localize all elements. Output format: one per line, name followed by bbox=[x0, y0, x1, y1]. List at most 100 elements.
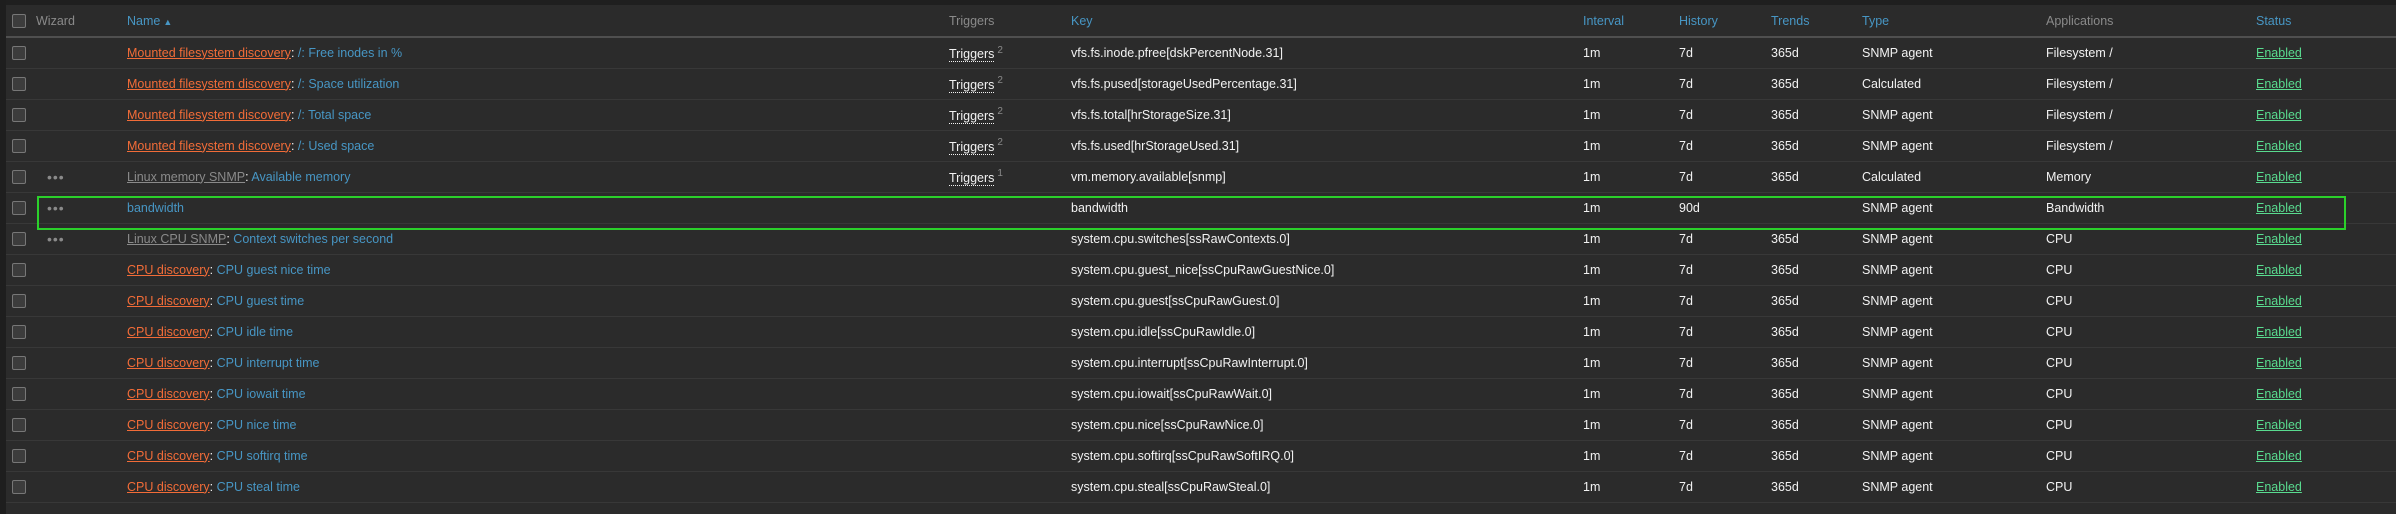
applications-cell: CPU bbox=[2046, 324, 2073, 339]
col-type[interactable]: Type bbox=[1862, 5, 2046, 38]
status-toggle[interactable]: Enabled bbox=[2256, 201, 2302, 215]
col-status[interactable]: Status bbox=[2256, 5, 2396, 38]
status-toggle[interactable]: Enabled bbox=[2256, 170, 2302, 184]
status-toggle[interactable]: Enabled bbox=[2256, 46, 2302, 60]
row-checkbox[interactable] bbox=[12, 46, 26, 61]
item-name-link[interactable]: /: Total space bbox=[298, 108, 371, 122]
trends-cell: 365d bbox=[1771, 76, 1799, 91]
select-all-checkbox[interactable] bbox=[12, 13, 26, 28]
status-toggle[interactable]: Enabled bbox=[2256, 480, 2302, 494]
history-cell: 7d bbox=[1679, 479, 1693, 494]
row-checkbox[interactable] bbox=[12, 324, 26, 339]
status-toggle[interactable]: Enabled bbox=[2256, 108, 2302, 122]
item-parent-link[interactable]: Mounted filesystem discovery bbox=[127, 77, 291, 91]
item-parent-link[interactable]: CPU discovery bbox=[127, 325, 210, 339]
col-trends[interactable]: Trends bbox=[1771, 5, 1862, 38]
item-name-link[interactable]: CPU nice time bbox=[217, 418, 297, 432]
name-cell: CPU discovery: CPU idle time bbox=[127, 316, 949, 347]
row-checkbox[interactable] bbox=[12, 76, 26, 91]
status-toggle[interactable]: Enabled bbox=[2256, 387, 2302, 401]
status-toggle[interactable]: Enabled bbox=[2256, 418, 2302, 432]
wizard-cell bbox=[36, 285, 127, 316]
wizard-menu-icon[interactable]: ••• bbox=[47, 200, 65, 216]
item-parent-link[interactable]: Linux memory SNMP bbox=[127, 170, 245, 184]
name-separator: : bbox=[209, 417, 217, 432]
triggers-cell bbox=[949, 378, 1071, 409]
row-checkbox[interactable] bbox=[12, 262, 26, 277]
col-name-label: Name bbox=[127, 13, 161, 28]
row-checkbox[interactable] bbox=[12, 138, 26, 153]
triggers-link[interactable]: Triggers bbox=[949, 108, 995, 124]
item-name-link[interactable]: CPU guest nice time bbox=[217, 263, 331, 277]
item-parent-link[interactable]: Mounted filesystem discovery bbox=[127, 108, 291, 122]
row-checkbox[interactable] bbox=[12, 448, 26, 463]
status-toggle[interactable]: Enabled bbox=[2256, 356, 2302, 370]
row-checkbox[interactable] bbox=[12, 231, 26, 246]
col-name[interactable]: Name ▲ bbox=[127, 5, 949, 38]
trends-cell: 365d bbox=[1771, 45, 1799, 60]
item-name-link[interactable]: Available memory bbox=[251, 170, 350, 184]
name-cell: Mounted filesystem discovery: /: Free in… bbox=[127, 37, 949, 68]
triggers-link[interactable]: Triggers bbox=[949, 139, 995, 155]
item-parent-link[interactable]: Mounted filesystem discovery bbox=[127, 139, 291, 153]
item-name-link[interactable]: CPU idle time bbox=[217, 325, 293, 339]
item-name-link[interactable]: CPU iowait time bbox=[217, 387, 306, 401]
triggers-cell: Triggers 2 bbox=[949, 37, 1071, 68]
item-name-link[interactable]: CPU softirq time bbox=[217, 449, 308, 463]
wizard-cell: ••• bbox=[36, 192, 127, 223]
item-parent-link[interactable]: CPU discovery bbox=[127, 418, 210, 432]
row-checkbox[interactable] bbox=[12, 200, 26, 215]
row-checkbox[interactable] bbox=[12, 386, 26, 401]
item-parent-link[interactable]: CPU discovery bbox=[127, 449, 210, 463]
status-toggle[interactable]: Enabled bbox=[2256, 232, 2302, 246]
triggers-link[interactable]: Triggers bbox=[949, 77, 995, 93]
col-history[interactable]: History bbox=[1679, 5, 1771, 38]
row-checkbox[interactable] bbox=[12, 417, 26, 432]
row-checkbox[interactable] bbox=[12, 293, 26, 308]
wizard-menu-icon[interactable]: ••• bbox=[47, 231, 65, 247]
name-separator: : bbox=[209, 386, 217, 401]
item-parent-link[interactable]: CPU discovery bbox=[127, 263, 210, 277]
status-toggle[interactable]: Enabled bbox=[2256, 263, 2302, 277]
item-parent-link[interactable]: CPU discovery bbox=[127, 387, 210, 401]
row-checkbox[interactable] bbox=[12, 169, 26, 184]
applications-cell: CPU bbox=[2046, 231, 2073, 246]
triggers-link[interactable]: Triggers bbox=[949, 46, 995, 62]
trigger-count: 2 bbox=[997, 44, 1003, 56]
row-checkbox[interactable] bbox=[12, 355, 26, 370]
item-name-link[interactable]: CPU steal time bbox=[217, 480, 300, 494]
item-parent-link[interactable]: CPU discovery bbox=[127, 480, 210, 494]
item-name-link[interactable]: CPU interrupt time bbox=[217, 356, 320, 370]
item-parent-link[interactable]: CPU discovery bbox=[127, 294, 210, 308]
triggers-cell bbox=[949, 223, 1071, 254]
status-toggle[interactable]: Enabled bbox=[2256, 325, 2302, 339]
status-toggle[interactable]: Enabled bbox=[2256, 77, 2302, 91]
item-parent-link[interactable]: CPU discovery bbox=[127, 356, 210, 370]
item-name-link[interactable]: /: Free inodes in % bbox=[298, 46, 402, 60]
triggers-link[interactable]: Triggers bbox=[949, 170, 995, 186]
status-cell: Enabled bbox=[2256, 192, 2396, 223]
trends-cell: 365d bbox=[1771, 169, 1799, 184]
wizard-menu-icon[interactable]: ••• bbox=[47, 169, 65, 185]
name-separator: : bbox=[209, 355, 217, 370]
item-parent-link[interactable]: Linux CPU SNMP bbox=[127, 232, 226, 246]
status-toggle[interactable]: Enabled bbox=[2256, 449, 2302, 463]
table-row: CPU discovery: CPU steal time system.cpu.… bbox=[6, 471, 2396, 502]
item-name-link[interactable]: Context switches per second bbox=[233, 232, 393, 246]
item-name-link[interactable]: /: Used space bbox=[298, 139, 374, 153]
item-name-link[interactable]: bandwidth bbox=[127, 201, 184, 215]
table-header-row: Wizard Name ▲ Triggers Key Interval Histo… bbox=[6, 5, 2396, 38]
item-name-link[interactable]: CPU guest time bbox=[217, 294, 305, 308]
status-toggle[interactable]: Enabled bbox=[2256, 139, 2302, 153]
item-parent-link[interactable]: Mounted filesystem discovery bbox=[127, 46, 291, 60]
row-checkbox[interactable] bbox=[12, 107, 26, 122]
trends-cell bbox=[1771, 192, 1862, 223]
key-cell: system.cpu.steal[ssCpuRawSteal.0] bbox=[1071, 479, 1271, 494]
trends-cell: 365d bbox=[1771, 293, 1799, 308]
row-checkbox[interactable] bbox=[12, 479, 26, 494]
status-toggle[interactable]: Enabled bbox=[2256, 294, 2302, 308]
item-name-link[interactable]: /: Space utilization bbox=[298, 77, 399, 91]
name-cell: CPU discovery: CPU softirq time bbox=[127, 440, 949, 471]
col-key[interactable]: Key bbox=[1071, 5, 1583, 38]
col-interval[interactable]: Interval bbox=[1583, 5, 1679, 38]
